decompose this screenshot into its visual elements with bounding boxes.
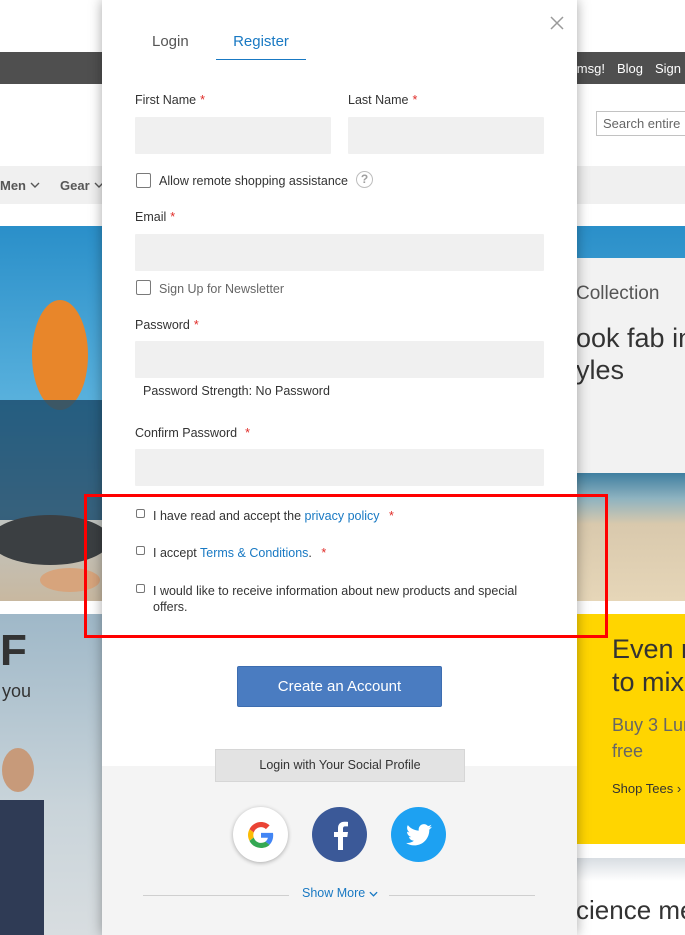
required-mark: * <box>412 93 418 107</box>
email-input[interactable] <box>135 234 544 271</box>
last-name-label-text: Last Name <box>348 93 409 107</box>
required-mark: * <box>193 318 199 332</box>
hero-collection-label: Collection <box>576 283 660 304</box>
email-label: Email * <box>135 210 175 224</box>
required-mark: * <box>170 210 176 224</box>
header-link-sign-in[interactable]: Sign <box>655 61 681 76</box>
promo-right-subtext-line-1: Buy 3 Lum <box>612 715 685 735</box>
password-strength-meter: Password Strength: No Password <box>143 384 330 398</box>
hero-headline-line-2: yles <box>576 355 625 385</box>
divider-left <box>143 895 289 896</box>
newsletter-checkbox[interactable] <box>136 280 151 295</box>
first-name-input[interactable] <box>135 117 331 154</box>
chevron-right-icon: › <box>676 781 682 796</box>
password-input[interactable] <box>135 341 544 378</box>
promo-left-heading: F <box>0 626 27 675</box>
close-button[interactable] <box>546 12 568 34</box>
remote-assistance-label: Allow remote shopping assistance <box>159 174 348 188</box>
terms-label: I accept Terms & Conditions. * <box>153 546 326 560</box>
divider-right <box>389 895 535 896</box>
register-modal: Login Register First Name * Last Name * Al… <box>102 0 577 935</box>
hero-headline-line-1: ook fab in <box>576 323 685 353</box>
auth-tabs: Login Register <box>136 27 306 60</box>
facebook-login-button[interactable] <box>312 807 367 862</box>
remote-assistance-checkbox[interactable] <box>136 173 151 188</box>
promo-bottom-right-headline: cience me <box>576 895 685 925</box>
hero-model-image <box>0 300 102 592</box>
privacy-policy-label: I have read and accept the privacy polic… <box>153 509 394 523</box>
hero-beach-image <box>576 473 685 601</box>
nav-item-men-label: Men <box>0 177 26 193</box>
promo-left-subheading: you <box>2 681 32 701</box>
required-mark: * <box>389 509 394 523</box>
create-account-button[interactable]: Create an Account <box>237 666 442 707</box>
promo-right-headline: Even m to mix <box>612 633 685 699</box>
privacy-policy-text: I have read and accept the <box>153 509 302 523</box>
promo-shop-tees-label: Shop Tees <box>612 781 674 796</box>
hero-headline: ook fab in yles <box>576 322 685 386</box>
nav-item-gear[interactable]: Gear <box>60 166 104 204</box>
privacy-policy-link[interactable]: privacy policy <box>305 509 380 523</box>
required-mark: * <box>321 546 327 560</box>
marketing-checkbox[interactable] <box>136 584 145 593</box>
confirm-password-label-text: Confirm Password <box>135 426 238 440</box>
first-name-label-text: First Name <box>135 93 197 107</box>
store-search-input[interactable]: Search entire <box>596 111 685 136</box>
header-link-blog[interactable]: Blog <box>617 61 643 76</box>
confirm-password-label: Confirm Password * <box>135 426 250 440</box>
password-label-text: Password <box>135 318 190 332</box>
social-login-label: Login with Your Social Profile <box>215 749 465 782</box>
privacy-policy-checkbox[interactable] <box>136 509 145 518</box>
newsletter-label: Sign Up for Newsletter <box>159 282 285 296</box>
promo-right-headline-line-1: Even m <box>612 634 685 664</box>
facebook-icon <box>333 821 348 850</box>
promo-right-subtext: Buy 3 Lum free <box>612 712 685 764</box>
required-mark: * <box>245 426 250 440</box>
tab-register[interactable]: Register <box>216 27 306 60</box>
nav-item-gear-label: Gear <box>60 177 90 193</box>
google-login-button[interactable] <box>233 807 288 862</box>
last-name-input[interactable] <box>348 117 544 154</box>
help-icon[interactable]: ? <box>356 171 373 188</box>
show-more-link[interactable]: Show More <box>302 886 378 900</box>
nav-item-men[interactable]: Men <box>0 166 40 204</box>
terms-checkbox[interactable] <box>136 546 145 555</box>
chevron-down-icon <box>369 891 378 897</box>
terms-link[interactable]: Terms & Conditions <box>200 546 308 560</box>
first-name-label: First Name * <box>135 93 205 107</box>
confirm-password-input[interactable] <box>135 449 544 486</box>
last-name-label: Last Name * <box>348 93 417 107</box>
chevron-down-icon <box>30 182 40 188</box>
promo-model-image <box>0 748 44 935</box>
marketing-label: I would like to receive information abou… <box>153 584 518 614</box>
password-label: Password * <box>135 318 199 332</box>
tab-login[interactable]: Login <box>136 27 216 60</box>
google-icon <box>247 821 273 848</box>
promo-right-subtext-line-2: free <box>612 741 644 761</box>
twitter-login-button[interactable] <box>391 807 446 862</box>
promo-right-headline-line-2: to mix <box>612 667 685 697</box>
promo-shop-tees-link[interactable]: Shop Tees › <box>612 781 681 796</box>
show-more-label: Show More <box>302 886 366 900</box>
required-mark: * <box>200 93 205 107</box>
email-label-text: Email <box>135 210 167 224</box>
twitter-icon <box>405 823 432 845</box>
terms-text: I accept <box>153 546 197 560</box>
terms-suffix: . <box>308 546 312 560</box>
close-icon <box>550 16 564 30</box>
